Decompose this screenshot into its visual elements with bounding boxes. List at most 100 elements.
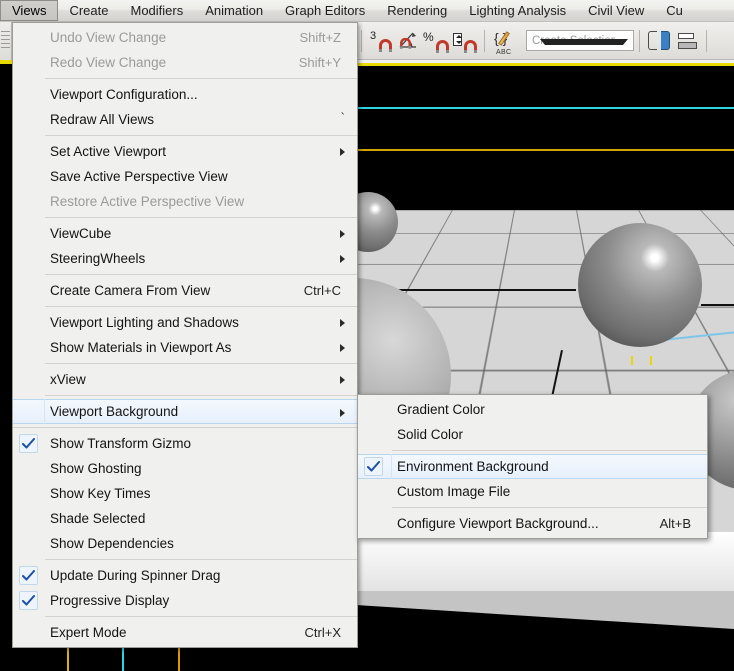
menu-animation-label: Animation (205, 3, 264, 18)
menuitem-set-active-viewport[interactable]: Set Active Viewport (13, 139, 357, 164)
menuitem-gutter (13, 310, 45, 335)
viewport-background-submenu[interactable]: Gradient Color Solid Color Environment B… (357, 394, 708, 539)
named-selection-set-combobox[interactable]: Create Selection Se (526, 30, 634, 51)
menu-lighting-analysis-label: Lighting Analysis (469, 3, 567, 18)
submenu-item-solid-color[interactable]: Solid Color (358, 422, 707, 447)
menuitem-save-active-perspective-view[interactable]: Save Active Perspective View (13, 164, 357, 189)
align-button[interactable] (673, 26, 701, 56)
menuitem-label: Viewport Lighting and Shadows (50, 315, 239, 330)
menuitem-gutter (13, 82, 45, 107)
menu-modifiers[interactable]: Modifiers (119, 0, 194, 21)
menu-modifiers-label: Modifiers (130, 3, 184, 18)
menuitem-accelerator: ` (340, 110, 345, 125)
menuitem-gutter (13, 278, 45, 303)
menuitem-label: Restore Active Perspective View (50, 194, 245, 209)
menuitem-label: Undo View Change (50, 30, 167, 45)
menuitem-viewport-lighting-and-shadows[interactable]: Viewport Lighting and Shadows (13, 310, 357, 335)
menuitem-label: Shade Selected (50, 511, 146, 526)
menu-graph-editors[interactable]: Graph Editors (274, 0, 376, 21)
menuitem-accelerator: Shift+Y (298, 55, 341, 70)
menuitem-show-key-times[interactable]: Show Key Times (13, 481, 357, 506)
percent-snap-label: % (423, 29, 434, 44)
menuitem-show-ghosting[interactable]: Show Ghosting (13, 456, 357, 481)
menuitem-xview[interactable]: xView (13, 367, 357, 392)
viewport-yellow-line-top (356, 63, 734, 66)
menuitem-viewport-configuration[interactable]: Viewport Configuration... (13, 82, 357, 107)
menuitem-viewcube[interactable]: ViewCube (13, 221, 357, 246)
menuitem-expert-mode[interactable]: Expert Mode Ctrl+X (13, 620, 357, 645)
mirror-icon (648, 30, 670, 51)
menu-rendering[interactable]: Rendering (376, 0, 458, 21)
menuitem-shade-selected[interactable]: Shade Selected (13, 506, 357, 531)
menu-separator (13, 427, 357, 428)
menuitem-gutter (13, 531, 45, 556)
menuitem-gutter (13, 221, 45, 246)
toolbar-drag-grip[interactable] (0, 22, 12, 60)
menuitem-label: Configure Viewport Background... (397, 516, 599, 531)
menuitem-restore-active-perspective-view[interactable]: Restore Active Perspective View (13, 189, 357, 214)
menuitem-create-camera-from-view[interactable]: Create Camera From View Ctrl+C (13, 278, 357, 303)
percent-snap-toggle-button[interactable]: % (423, 26, 451, 56)
check-icon (19, 434, 38, 453)
menuitem-label: Update During Spinner Drag (50, 568, 221, 583)
menuitem-gutter (358, 511, 392, 536)
menuitem-undo-view-change[interactable]: Undo View Change Shift+Z (13, 25, 357, 50)
menuitem-gutter (13, 563, 45, 588)
viewport-orange-line (356, 149, 734, 151)
menuitem-show-materials-in-viewport-as[interactable]: Show Materials in Viewport As (13, 335, 357, 360)
viewport-floor-far (356, 532, 734, 594)
perspective-viewport[interactable] (356, 60, 734, 671)
menu-lighting-analysis[interactable]: Lighting Analysis (458, 0, 577, 21)
submenu-arrow-icon (340, 319, 345, 327)
menuitem-redo-view-change[interactable]: Redo View Change Shift+Y (13, 50, 357, 75)
views-dropdown-menu[interactable]: Undo View Change Shift+Z Redo View Chang… (12, 22, 358, 648)
menu-animation[interactable]: Animation (194, 0, 274, 21)
mirror-button[interactable] (645, 26, 673, 56)
snaps-toggle-3d-button[interactable]: 3 (367, 26, 395, 56)
menuitem-update-during-spinner-drag[interactable]: Update During Spinner Drag (13, 563, 357, 588)
menuitem-label: Viewport Configuration... (50, 87, 198, 102)
menuitem-label: Save Active Perspective View (50, 169, 228, 184)
menu-civil-view[interactable]: Civil View (577, 0, 655, 21)
menuitem-gutter (13, 431, 45, 456)
menuitem-gutter (13, 25, 45, 50)
abc-label: ABC (496, 48, 512, 56)
menu-create[interactable]: Create (58, 0, 119, 21)
menu-civil-view-label: Civil View (588, 3, 645, 18)
menu-graph-editors-label: Graph Editors (285, 3, 366, 18)
toolbar-separator (706, 29, 707, 52)
angle-snap-toggle-button[interactable] (395, 26, 423, 56)
viewport-sphere[interactable] (578, 223, 702, 347)
named-selection-icon: { } ABC (494, 28, 520, 56)
menuitem-viewport-background[interactable]: Viewport Background (13, 399, 357, 424)
menuitem-steeringwheels[interactable]: SteeringWheels (13, 246, 357, 271)
magnet-icon (464, 39, 477, 53)
menuitem-redraw-all-views[interactable]: Redraw All Views ` (13, 107, 357, 132)
submenu-item-custom-image-file[interactable]: Custom Image File (358, 479, 707, 504)
menuitem-gutter (13, 399, 45, 424)
viewport-yellow-stub (0, 60, 12, 64)
submenu-item-configure-viewport-background[interactable]: Configure Viewport Background... Alt+B (358, 511, 707, 536)
menuitem-gutter (13, 246, 45, 271)
menuitem-accelerator: Ctrl+C (303, 283, 341, 298)
edit-named-selection-sets-button[interactable]: { } ABC (490, 26, 524, 56)
submenu-item-environment-background[interactable]: Environment Background (358, 454, 707, 479)
menu-separator (45, 363, 357, 364)
spinner-snap-toggle-button[interactable] (451, 26, 479, 56)
menuitem-show-transform-gizmo[interactable]: Show Transform Gizmo (13, 431, 357, 456)
menuitem-label: xView (50, 372, 86, 387)
menuitem-gutter (13, 189, 45, 214)
viewport-edge-line (396, 289, 576, 291)
menu-customize[interactable]: Cu (655, 0, 694, 21)
magnet-icon (399, 37, 412, 49)
submenu-arrow-icon (340, 148, 345, 156)
menuitem-progressive-display[interactable]: Progressive Display (13, 588, 357, 613)
menu-views[interactable]: Views (0, 0, 59, 21)
menuitem-label: Gradient Color (397, 402, 485, 417)
menuitem-show-dependencies[interactable]: Show Dependencies (13, 531, 357, 556)
menuitem-label: Show Key Times (50, 486, 151, 501)
chevron-down-icon[interactable] (540, 39, 628, 45)
submenu-item-gradient-color[interactable]: Gradient Color (358, 397, 707, 422)
menuitem-gutter (13, 588, 45, 613)
menuitem-label: Environment Background (397, 459, 549, 474)
